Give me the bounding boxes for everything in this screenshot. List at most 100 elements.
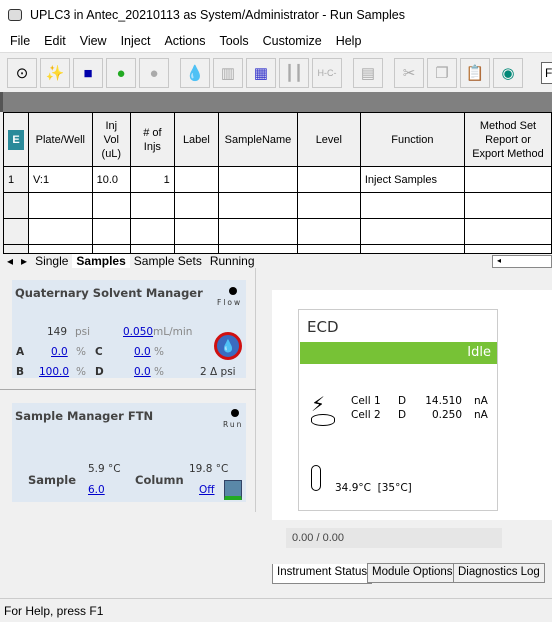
sample-label: Sample <box>28 473 76 487</box>
corner-e-icon[interactable]: E <box>3 112 29 167</box>
save-icon[interactable]: ■ <box>73 58 103 88</box>
solvent-a-label: A <box>16 346 25 358</box>
menu-inject[interactable]: Inject <box>114 34 158 48</box>
wizard-icon[interactable]: ✨ <box>40 58 70 88</box>
solvent-a-link[interactable]: 0.0 <box>51 346 68 358</box>
sample-setpoint-link[interactable]: 6.0 <box>88 484 105 496</box>
toolbar-field[interactable]: F <box>541 62 552 84</box>
samples-grid: E Plate/Well Inj Vol (uL) # of Injs Labe… <box>3 112 552 253</box>
tab-single[interactable]: Single <box>31 254 72 268</box>
ecd-temperature: 34.9°C [35°C] <box>335 482 412 494</box>
col-function[interactable]: Function <box>359 112 465 167</box>
app-icon <box>8 9 22 21</box>
menu-tools[interactable]: Tools <box>212 34 255 48</box>
pct-unit: % <box>76 346 86 358</box>
menu-actions[interactable]: Actions <box>157 34 212 48</box>
menu-file[interactable]: File <box>3 34 37 48</box>
menu-bar: File Edit View Inject Actions Tools Cust… <box>0 30 552 52</box>
cell-function[interactable]: Inject Samples <box>359 166 465 193</box>
table-row[interactable]: 1 V:1 10.0 1 Inject Samples <box>3 166 552 193</box>
tab-instrument-status[interactable]: Instrument Status <box>272 564 373 584</box>
tab-running[interactable]: Running <box>206 254 259 268</box>
solvent-c-link[interactable]: 0.0 <box>134 346 151 358</box>
menu-view[interactable]: View <box>73 34 114 48</box>
module-status-pane: Quaternary Solvent Manager Flow 149 psi … <box>0 268 256 512</box>
sm-panel: Sample Manager FTN Run Sample 5.9 °C 6.0… <box>12 403 246 502</box>
cell-inj-vol[interactable]: 10.0 <box>91 166 132 193</box>
divider <box>0 389 256 390</box>
stop-icon[interactable]: ● <box>139 58 169 88</box>
start-run-icon[interactable]: ● <box>106 58 136 88</box>
column-manager-icon[interactable] <box>224 480 242 500</box>
tab-diagnostics-log[interactable]: Diagnostics Log <box>453 563 545 583</box>
flow-rate-link[interactable]: 0.050 <box>123 326 153 338</box>
solvent-b-link[interactable]: 100.0 <box>39 366 69 378</box>
tab-scroll-left-icon[interactable]: ◂ <box>3 254 17 268</box>
cell-unit: nA <box>474 409 488 421</box>
cell-name: Cell 1 <box>351 395 381 407</box>
toolbar: ⊙ ✨ ■ ● ● 💧 ▥ ▦ ┃┃ H-C- ▤ ✂ ❐ 📋 ◉ F <box>0 52 552 92</box>
no-flow-icon: 💧 <box>214 332 242 360</box>
menu-edit[interactable]: Edit <box>37 34 73 48</box>
cell-num-injs[interactable]: 1 <box>130 166 175 193</box>
cell-plate-well[interactable]: V:1 <box>28 166 93 193</box>
compound-icon[interactable]: H-C- <box>312 58 342 88</box>
column-setpoint-link[interactable]: Off <box>199 484 215 496</box>
solvent-d-link[interactable]: 0.0 <box>134 366 151 378</box>
col-num-injs[interactable]: # of Injs <box>130 112 175 167</box>
table-row[interactable] <box>3 218 552 245</box>
col-method-set[interactable]: Method Set Report or Export Method <box>463 112 552 167</box>
horizontal-scrollbar[interactable]: ◂ <box>492 254 552 268</box>
sm-title: Sample Manager FTN <box>15 409 154 423</box>
column-icon[interactable]: ▥ <box>213 58 243 88</box>
cell-value: 14.510 <box>425 395 462 407</box>
row-number[interactable]: 1 <box>3 166 29 193</box>
delta-pressure: 2 Δ psi <box>200 366 236 378</box>
copy-icon[interactable]: ❐ <box>427 58 457 88</box>
flow-unit: mL/min <box>153 326 193 338</box>
equilibrate-icon[interactable]: 💧 <box>180 58 210 88</box>
table-row[interactable] <box>3 244 552 253</box>
table-row[interactable] <box>3 192 552 219</box>
grid-header-band <box>0 92 552 112</box>
status-bar: For Help, press F1 <box>0 598 552 622</box>
menu-help[interactable]: Help <box>329 34 369 48</box>
cell-name: Cell 2 <box>351 409 381 421</box>
cell-row: Cell 2 D 0.250 nA <box>351 408 488 422</box>
tab-samples[interactable]: Samples <box>72 254 130 268</box>
ecd-card: ECD Idle ⚡ Cell 1 D 14.510 nA Cell 2 D 0.250 n… <box>298 309 498 511</box>
col-inj-vol[interactable]: Inj Vol (uL) <box>91 112 132 167</box>
progress-readout: 0.00 / 0.00 <box>286 528 502 548</box>
cell-level[interactable] <box>296 166 361 193</box>
col-label[interactable]: Label <box>173 112 220 167</box>
solvent-c-label: C <box>95 346 103 358</box>
col-level[interactable]: Level <box>296 112 361 167</box>
cell-label[interactable] <box>173 166 220 193</box>
tab-scroll-right-icon[interactable]: ▸ <box>17 254 31 268</box>
table-icon[interactable]: ▤ <box>353 58 383 88</box>
col-plate-well[interactable]: Plate/Well <box>28 112 93 167</box>
cell-readings: Cell 1 D 14.510 nA Cell 2 D 0.250 nA <box>351 394 488 422</box>
vials-icon[interactable]: ┃┃ <box>279 58 309 88</box>
run-lamp-icon <box>231 409 239 417</box>
flow-lamp-label: Flow <box>217 298 243 307</box>
paste-icon[interactable]: 📋 <box>460 58 490 88</box>
cell-unit: nA <box>474 395 488 407</box>
menu-customize[interactable]: Customize <box>256 34 329 48</box>
ecd-title: ECD <box>307 318 339 336</box>
cell-sample-name[interactable] <box>218 166 298 193</box>
tab-module-options[interactable]: Module Options <box>367 563 458 583</box>
flow-lamp-icon <box>229 287 237 295</box>
alert-icon[interactable]: ◉ <box>493 58 523 88</box>
col-sample-name[interactable]: SampleName <box>218 112 298 167</box>
pressure-value: 149 <box>47 326 68 338</box>
cell-mode: D <box>398 409 407 421</box>
tab-sample-sets[interactable]: Sample Sets <box>130 254 206 268</box>
sheet-tabs: ◂ ▸ Single Samples Sample Sets Running ◂ <box>3 253 552 268</box>
cell-method-set[interactable] <box>463 166 552 193</box>
pct-unit: % <box>154 366 164 378</box>
cut-icon[interactable]: ✂ <box>394 58 424 88</box>
pressure-unit: psi <box>75 326 91 338</box>
plate-icon[interactable]: ▦ <box>246 58 276 88</box>
inject-vial-icon[interactable]: ⊙ <box>7 58 37 88</box>
